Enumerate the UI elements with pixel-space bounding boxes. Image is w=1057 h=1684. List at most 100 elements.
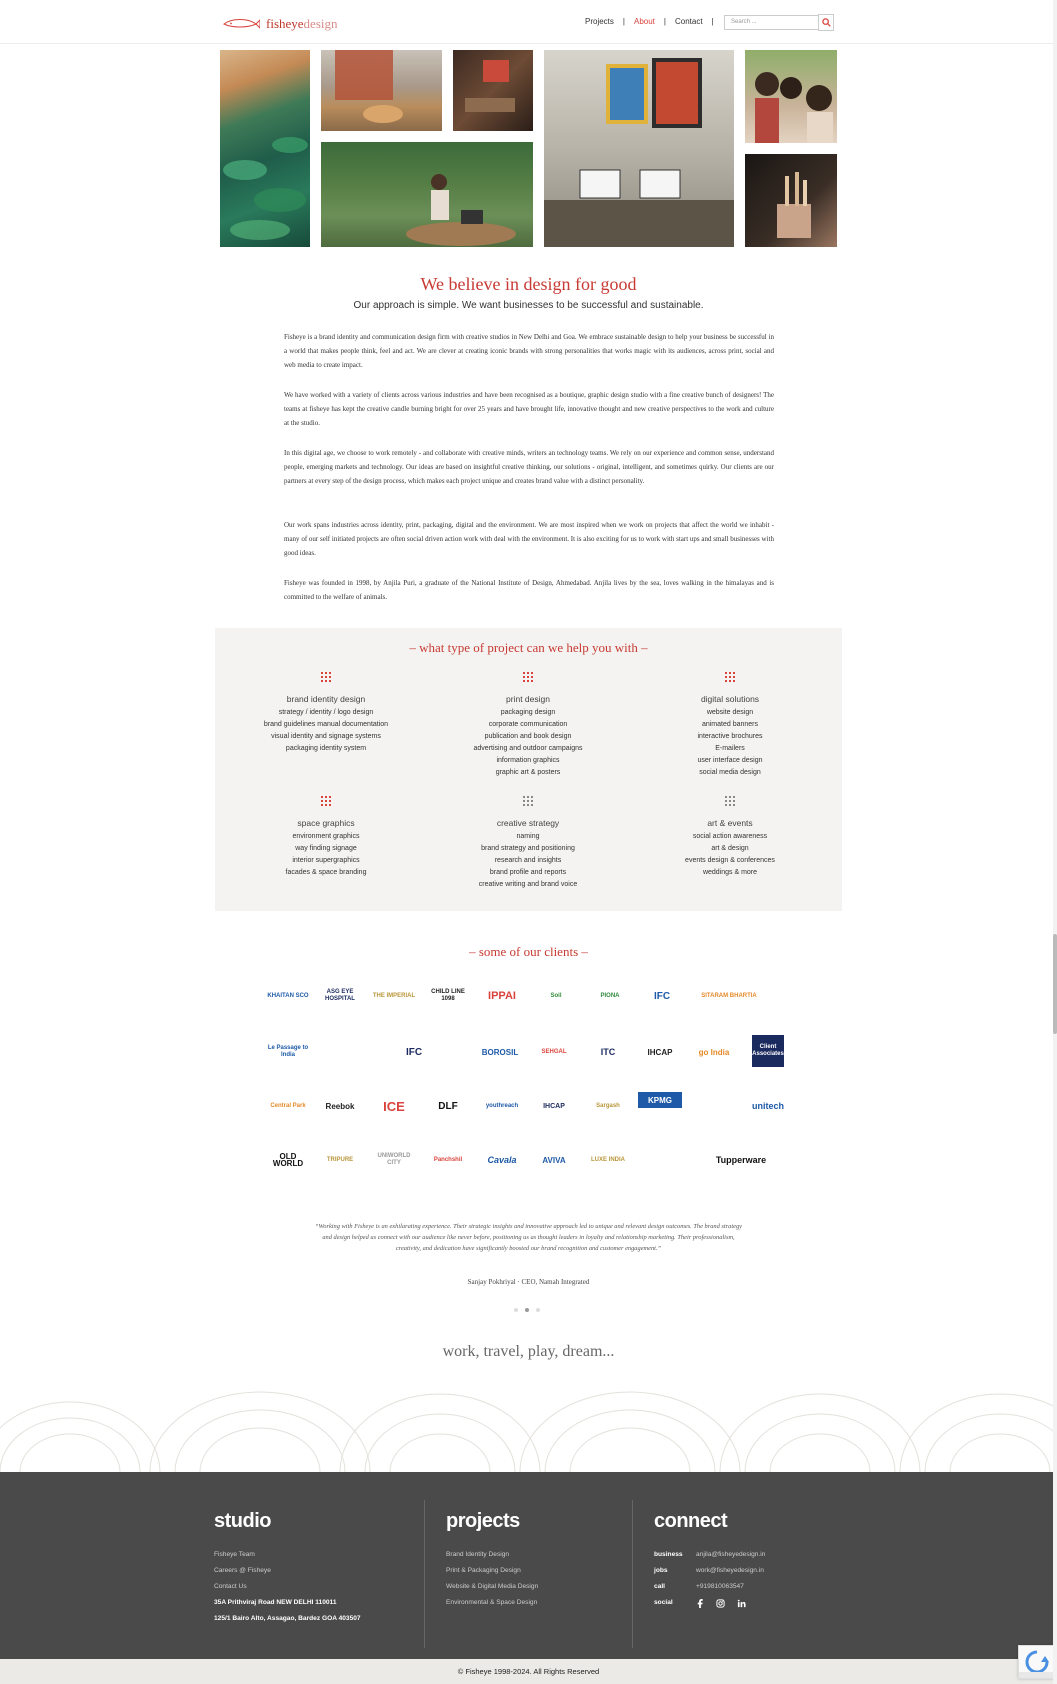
carousel-dot[interactable] [536, 1308, 540, 1312]
footer-link[interactable]: Careers @ Fisheye [214, 1563, 361, 1579]
footer-heading: projects [446, 1510, 520, 1532]
service-line: social action awareness [692, 833, 768, 840]
service-print-design[interactable]: print design packaging design corporate … [428, 672, 628, 779]
service-line: brand guidelines manual documentation [263, 721, 389, 728]
footer-link[interactable]: Print & Packaging Design [446, 1563, 538, 1579]
client-logo: SEHGAL [541, 1048, 567, 1055]
service-line: information graphics [496, 757, 560, 764]
logo[interactable]: fisheyedesign [222, 16, 338, 32]
tagline: work, travel, play, dream... [442, 1343, 615, 1360]
service-line: packaging identity system [285, 745, 367, 752]
contact-label: jobs [654, 1567, 668, 1574]
service-line: graphic art & posters [495, 769, 561, 776]
service-art-events[interactable]: art & events social action awareness art… [630, 796, 830, 879]
contact-row-call: call +919810063547 [654, 1579, 765, 1595]
service-brand-identity[interactable]: brand identity design strategy / identit… [226, 672, 426, 755]
footer-heading: connect [654, 1510, 728, 1532]
client-logo: go India [698, 1047, 730, 1057]
service-space-graphics[interactable]: space graphics environment graphics way … [226, 796, 426, 879]
client-logo: Tupperware [715, 1154, 767, 1165]
service-line: naming [516, 833, 540, 840]
client-logo: CHILD LINE 1098 [431, 989, 465, 1002]
services-title: – what type of project can we help you w… [409, 640, 648, 655]
facebook-icon[interactable] [696, 1598, 704, 1608]
gallery-photo-studio [544, 50, 734, 247]
client-logo: Le Passage to India [267, 1045, 309, 1058]
gallery-photo-pencils [745, 154, 837, 247]
nav-contact[interactable]: Contact [666, 17, 712, 26]
contact-value[interactable]: work@fisheyedesign.in [696, 1563, 764, 1579]
footer-divider [632, 1500, 633, 1648]
contact-label: call [654, 1583, 665, 1590]
service-line: interactive brochures [697, 733, 763, 740]
client-logo: unitech [751, 1100, 784, 1111]
service-line: animated banners [701, 721, 759, 728]
recaptcha-icon [1019, 1650, 1056, 1678]
linkedin-icon[interactable] [737, 1599, 746, 1608]
logo-text-light: design [303, 16, 338, 31]
service-line: creative writing and brand voice [478, 881, 578, 888]
client-logo: OLD WORLD [272, 1152, 304, 1168]
scrollbar-thumb[interactable] [1053, 934, 1057, 1034]
client-logo: SITARAM BHARTIA [701, 992, 757, 999]
gallery-photo-team [745, 50, 837, 143]
footer-heading: studio [214, 1510, 271, 1532]
gallery-photo-dog [321, 50, 442, 131]
gallery-photo-interior [453, 50, 533, 131]
social-links [696, 1595, 746, 1611]
instagram-icon[interactable] [716, 1598, 725, 1608]
site-header: fisheyedesign Projects | About | Contact… [0, 0, 1057, 44]
service-digital-solutions[interactable]: digital solutions website design animate… [630, 672, 830, 779]
grid-icon [523, 796, 533, 806]
contact-label: business [654, 1551, 683, 1558]
client-logo: ICE [383, 1098, 405, 1114]
carousel-dot-active[interactable] [525, 1308, 529, 1312]
scrollbar[interactable] [1053, 0, 1057, 1684]
gallery-photo-woman-laptop [321, 142, 533, 247]
client-logo: Soil [550, 992, 562, 999]
client-logo: ASG EYE HOSPITAL [325, 989, 355, 1002]
nav-projects[interactable]: Projects [576, 17, 623, 26]
contact-value[interactable]: +919810063547 [696, 1579, 744, 1595]
grid-icon [321, 672, 331, 682]
service-creative-strategy[interactable]: creative strategy naming brand strategy … [428, 796, 628, 891]
footer-link[interactable]: Website & Digital Media Design [446, 1579, 538, 1595]
page: fisheyedesign Projects | About | Contact… [0, 0, 1057, 1684]
fish-logo-icon [223, 19, 260, 29]
logo-text-bold: fisheye [266, 16, 304, 31]
client-logo: UNIWORLD CITY [377, 1153, 411, 1166]
search-button[interactable] [818, 14, 834, 31]
search-icon [821, 18, 831, 27]
clients-title: – some of our clients – [469, 944, 588, 959]
page-subtitle: Our approach is simple. We want business… [353, 300, 704, 311]
client-logo: BOROSIL [481, 1047, 519, 1057]
nav-about[interactable]: About [625, 17, 664, 26]
service-title: brand identity design [286, 694, 366, 704]
client-logo: IHCAP [647, 1047, 673, 1057]
footer-address: 35A Prithviraj Road NEW DELHI 110011 [214, 1599, 337, 1606]
footer-link[interactable]: Environmental & Space Design [446, 1595, 538, 1611]
client-logo: Reebok [325, 1101, 355, 1111]
service-line: website design [706, 709, 754, 716]
footer-link[interactable]: Fisheye Team [214, 1547, 361, 1563]
grid-icon [523, 672, 533, 682]
service-line: visual identity and signage systems [271, 733, 381, 740]
footer-link[interactable]: Brand Identity Design [446, 1547, 538, 1563]
client-logo: IPPAI [488, 989, 516, 1002]
client-logo: KPMG [638, 1092, 682, 1108]
client-logo: ITC [600, 1046, 616, 1057]
carousel-dot[interactable] [514, 1308, 518, 1312]
client-logo: KHAITAN SCO [267, 992, 309, 999]
search-input[interactable]: Search ... [724, 15, 822, 30]
service-line: strategy / identity / logo design [278, 709, 374, 716]
client-logo: AVIVA [542, 1155, 566, 1165]
service-line: way finding signage [295, 845, 357, 852]
footer-link[interactable]: Contact Us [214, 1579, 361, 1595]
client-logo: DLF [438, 1100, 458, 1112]
intro-paragraph: In this digital age, we choose to work r… [284, 449, 774, 485]
recaptcha-badge[interactable] [1018, 1645, 1057, 1679]
footer-projects: projects Brand Identity Design Print & P… [446, 1510, 538, 1611]
client-logo: Panchshil [433, 1156, 463, 1163]
contact-value[interactable]: anjila@fisheyedesign.in [696, 1547, 765, 1563]
service-line: environment graphics [292, 833, 360, 840]
